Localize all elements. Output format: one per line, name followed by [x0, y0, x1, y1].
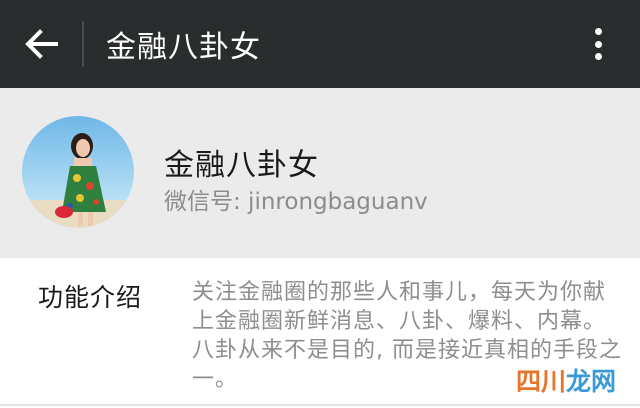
account-name: 金融八卦女	[164, 148, 319, 183]
section-divider	[0, 404, 640, 406]
more-options-button[interactable]	[586, 22, 610, 66]
watermark: 四川龙网	[516, 362, 616, 398]
header-divider	[82, 21, 84, 67]
watermark-part1: 四川	[515, 367, 566, 396]
wechat-id: 微信号: jinrongbaguanv	[164, 189, 428, 215]
function-intro-label: 功能介绍	[38, 283, 143, 312]
page-title: 金融八卦女	[106, 30, 261, 65]
arrow-left-icon	[25, 29, 58, 59]
watermark-part2: 龙网	[565, 367, 616, 396]
account-profile: 金融八卦女 微信号: jinrongbaguanv	[0, 88, 640, 258]
more-vertical-icon	[594, 28, 602, 35]
app-bar: 金融八卦女	[0, 0, 640, 88]
back-button[interactable]	[0, 0, 82, 88]
avatar[interactable]	[22, 116, 134, 228]
